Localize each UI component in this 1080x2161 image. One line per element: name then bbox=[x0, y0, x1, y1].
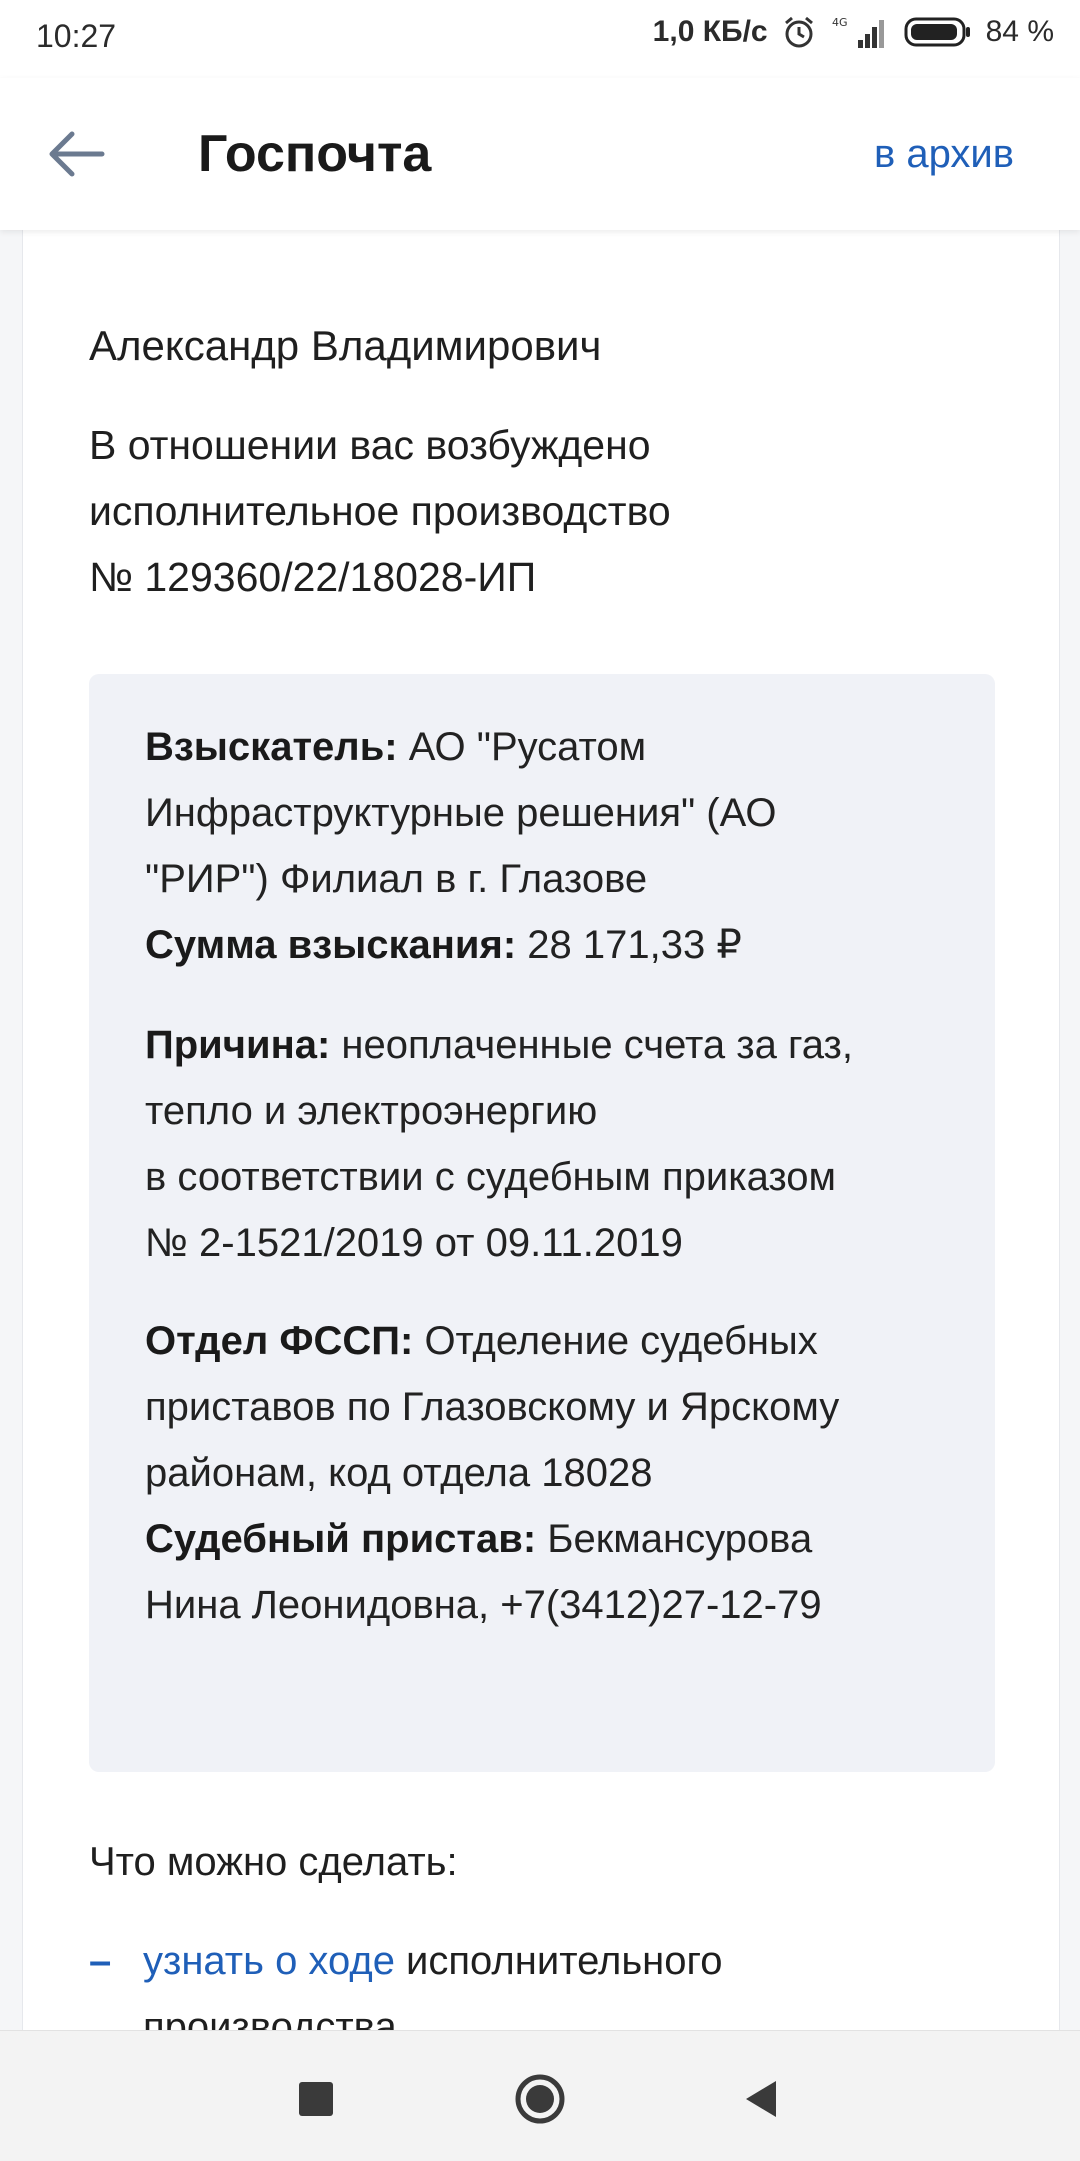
reason-value: в соответствии с судебным приказом bbox=[145, 1155, 837, 1199]
court-order: № 2-1521/2019 от 09.11.2019 bbox=[145, 1221, 683, 1265]
department-value: районам, код отдела 18028 bbox=[145, 1451, 653, 1495]
reason-label: Причина: bbox=[145, 1023, 331, 1067]
triangle-icon[interactable] bbox=[730, 2069, 790, 2129]
bailiff-label: Судебный пристав: bbox=[145, 1517, 537, 1561]
action-text: исполнительного bbox=[394, 1939, 723, 1983]
reason-value: неоплаченные счета за газ, bbox=[330, 1023, 853, 1067]
intro-line: исполнительное производство bbox=[89, 488, 671, 534]
network-speed: 1,0 КБ/с bbox=[652, 15, 768, 48]
alarm-icon bbox=[784, 16, 813, 48]
archive-button[interactable]: в архив bbox=[874, 132, 1014, 177]
message-card: Александр Владимирович В отношении вас в… bbox=[22, 230, 1060, 2049]
status-bar: 10:27 1,0 КБ/с 4G 84 % bbox=[0, 0, 1080, 78]
claimant-value: "РИР") Филиал в г. Глазове bbox=[145, 857, 648, 901]
message-intro: В отношении вас возбуждено исполнительно… bbox=[89, 412, 989, 610]
amount-label: Сумма взыскания: bbox=[145, 923, 517, 967]
department-value: Отделение судебных bbox=[413, 1319, 818, 1363]
bailiff-contact: Нина Леонидовна, +7(3412)27-12-79 bbox=[145, 1583, 822, 1627]
actions-title: Что можно сделать: bbox=[89, 1840, 458, 1884]
recipient-name: Александр Владимирович bbox=[89, 322, 602, 369]
battery-icon bbox=[904, 17, 970, 47]
case-number: № 129360/22/18028-ИП bbox=[89, 554, 537, 600]
signal-icon: 4G bbox=[832, 16, 884, 48]
system-nav-bar bbox=[0, 2030, 1080, 2161]
status-indicators: 1,0 КБ/с 4G 84 % bbox=[653, 14, 1054, 50]
app-bar: Госпочта в архив bbox=[0, 78, 1080, 230]
intro-line: В отношении вас возбуждено bbox=[89, 422, 651, 468]
square-icon[interactable] bbox=[286, 2069, 346, 2129]
department-label: Отдел ФССП: bbox=[145, 1319, 414, 1363]
reason-row: Причина: неоплаченные счета за газ, тепл… bbox=[145, 1012, 945, 1276]
claimant-value: АО "Русатом bbox=[397, 725, 647, 769]
reason-value: тепло и электроэнергию bbox=[145, 1089, 598, 1133]
amount-row: Сумма взыскания: 28 171,33 ₽ bbox=[145, 912, 945, 978]
case-details-box: Взыскатель: АО "Русатом Инфраструктурные… bbox=[89, 674, 995, 1772]
claimant-label: Взыскатель: bbox=[145, 725, 398, 769]
battery-level: 84 % bbox=[985, 15, 1054, 48]
case-progress-link[interactable]: узнать о ходе bbox=[143, 1939, 395, 1983]
back-arrow-icon[interactable] bbox=[40, 120, 112, 188]
claimant-value: Инфраструктурные решения" (АО bbox=[145, 791, 777, 835]
circle-icon[interactable] bbox=[510, 2069, 570, 2129]
signal-label: 4G bbox=[832, 16, 848, 29]
bailiff-row: Судебный пристав: Бекмансурова Нина Леон… bbox=[145, 1506, 945, 1638]
claimant-row: Взыскатель: АО "Русатом Инфраструктурные… bbox=[145, 714, 945, 912]
page-title: Госпочта bbox=[198, 125, 432, 183]
bailiff-value: Бекмансурова bbox=[536, 1517, 813, 1561]
bullet-dash: – bbox=[89, 1939, 112, 1983]
amount-value: 28 171,33 ₽ bbox=[516, 923, 742, 967]
department-row: Отдел ФССП: Отделение судебных приставов… bbox=[145, 1308, 945, 1506]
department-value: приставов по Глазовскому и Ярскому bbox=[145, 1385, 840, 1429]
status-time: 10:27 bbox=[36, 18, 117, 54]
